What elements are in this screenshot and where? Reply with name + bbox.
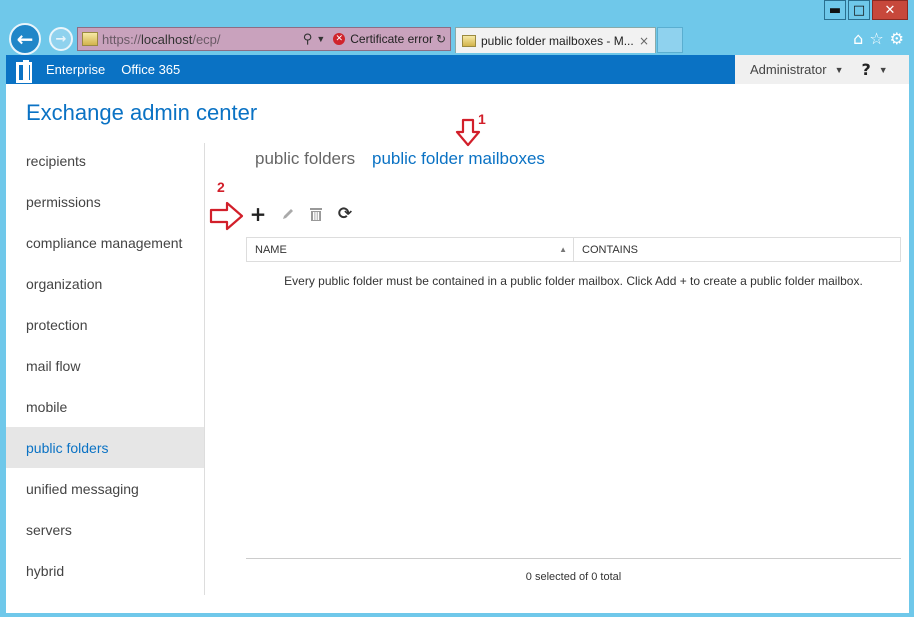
certificate-error-label[interactable]: Certificate error: [350, 32, 433, 46]
close-window-button[interactable]: ✕: [872, 0, 908, 20]
tab-public-folder-mailboxes[interactable]: public folder mailboxes: [372, 149, 545, 169]
sidebar-item-organization[interactable]: organization: [6, 263, 204, 304]
annotation-arrow-right-icon: [209, 201, 244, 231]
add-icon[interactable]: +: [249, 202, 267, 226]
browser-tools: ⌂ ☆ ⚙: [853, 29, 904, 48]
column-header-contains[interactable]: CONTAINS: [574, 238, 900, 261]
topbar-link-enterprise[interactable]: Enterprise: [46, 62, 105, 77]
tab-favicon-icon: [462, 34, 476, 47]
page-title: Exchange admin center: [26, 100, 258, 125]
selection-status: 0 selected of 0 total: [525, 571, 622, 583]
user-area: Administrator ▼ ? ▼: [735, 55, 909, 84]
sidebar: recipients permissions compliance manage…: [6, 140, 204, 591]
gear-icon[interactable]: ⚙: [890, 29, 904, 48]
help-icon[interactable]: ?: [862, 60, 871, 79]
address-bar[interactable]: https://localhost/ecp/ ⚲ ▼ ✕ Certificate…: [77, 27, 451, 51]
search-icon[interactable]: ⚲: [303, 32, 313, 47]
sidebar-item-compliance-management[interactable]: compliance management: [6, 222, 204, 263]
arrow-left-icon: ←: [16, 27, 34, 51]
tab-close-icon[interactable]: ×: [636, 34, 652, 48]
sidebar-item-servers[interactable]: servers: [6, 509, 204, 550]
sidebar-item-recipients[interactable]: recipients: [6, 140, 204, 181]
home-icon[interactable]: ⌂: [853, 29, 863, 48]
edit-icon[interactable]: [279, 205, 297, 223]
sort-ascending-icon[interactable]: ▲: [559, 245, 567, 254]
sidebar-item-mobile[interactable]: mobile: [6, 386, 204, 427]
url-scheme: https://: [102, 31, 142, 47]
column-header-name-label: NAME: [255, 243, 287, 256]
annotation-number-2: 2: [217, 179, 225, 195]
url-host: localhost: [141, 31, 193, 47]
certificate-error-icon[interactable]: ✕: [333, 33, 346, 45]
tab-title: public folder mailboxes - M...: [481, 33, 634, 48]
sidebar-item-protection[interactable]: protection: [6, 304, 204, 345]
tab-public-folders[interactable]: public folders: [255, 149, 355, 169]
sidebar-item-public-folders[interactable]: public folders: [6, 427, 204, 468]
exchange-admin-app: Enterprise Office 365 Administrator ▼ ? …: [6, 55, 909, 613]
annotation-arrow-down-icon: [455, 118, 481, 147]
chevron-down-icon[interactable]: ▼: [835, 65, 844, 75]
office-logo-icon[interactable]: [14, 59, 34, 83]
star-icon[interactable]: ☆: [869, 29, 883, 48]
sidebar-item-unified-messaging[interactable]: unified messaging: [6, 468, 204, 509]
arrow-right-icon: →: [55, 31, 67, 47]
minimize-button[interactable]: ▬: [824, 0, 846, 20]
browser-tab[interactable]: public folder mailboxes - M... ×: [455, 27, 656, 53]
refresh-page-icon[interactable]: ↻: [436, 32, 446, 46]
grid-header: NAME ▲ CONTAINS: [246, 237, 901, 262]
refresh-icon[interactable]: ⟳: [336, 204, 354, 224]
url-path: /ecp/: [192, 31, 221, 47]
admin-menu[interactable]: Administrator: [750, 62, 827, 77]
url-text[interactable]: https://localhost/ecp/: [102, 32, 303, 47]
page-icon: [82, 32, 98, 46]
maximize-button[interactable]: □: [848, 0, 870, 20]
sidebar-item-hybrid[interactable]: hybrid: [6, 550, 204, 591]
column-header-name[interactable]: NAME ▲: [247, 238, 574, 261]
forward-button[interactable]: →: [49, 27, 73, 51]
sidebar-item-permissions[interactable]: permissions: [6, 181, 204, 222]
mailbox-grid: NAME ▲ CONTAINS Every public folder must…: [246, 237, 901, 583]
grid-footer-divider: [246, 558, 901, 559]
empty-grid-message: Every public folder must be contained in…: [284, 274, 863, 288]
new-tab-button[interactable]: [657, 27, 683, 53]
window-controls: ▬ □ ✕: [824, 0, 908, 22]
dropdown-caret-icon[interactable]: ▼: [316, 34, 325, 44]
sidebar-item-mail-flow[interactable]: mail flow: [6, 345, 204, 386]
sidebar-divider: [204, 143, 205, 595]
top-bar: Enterprise Office 365 Administrator ▼ ? …: [6, 55, 909, 84]
delete-icon[interactable]: [307, 205, 325, 223]
back-button[interactable]: ←: [9, 23, 41, 55]
chevron-down-icon[interactable]: ▼: [879, 65, 888, 75]
topbar-link-office365[interactable]: Office 365: [121, 62, 180, 77]
